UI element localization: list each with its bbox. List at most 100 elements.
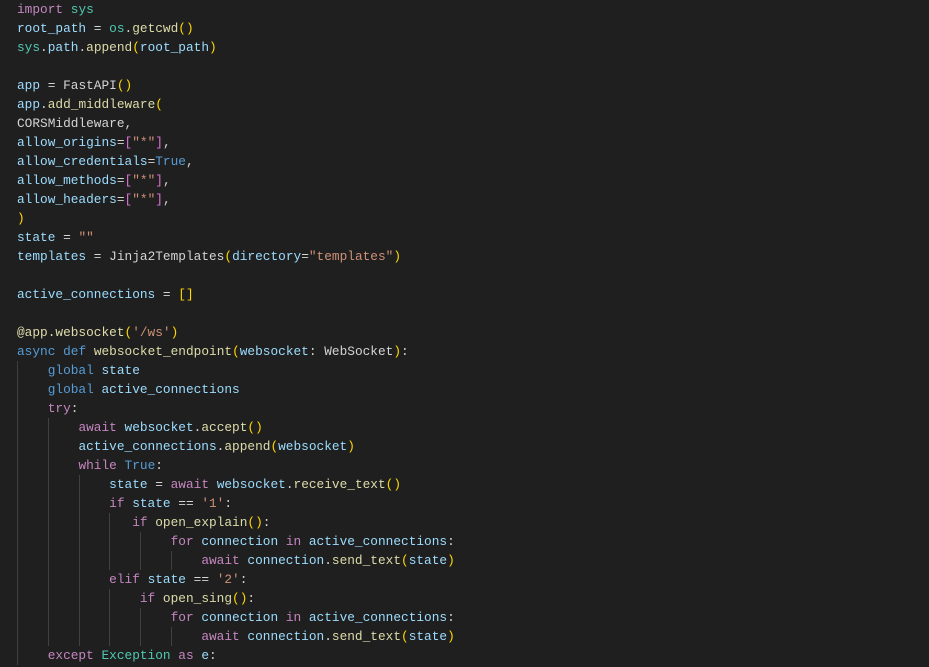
code-token: path (47, 39, 79, 55)
code-line[interactable]: app = FastAPI() (0, 76, 929, 95)
indent-guide (47, 626, 49, 646)
code-line[interactable] (0, 304, 929, 323)
indent-guide (17, 360, 18, 380)
code-token: ) (209, 39, 217, 55)
code-token: "templates" (308, 248, 394, 264)
code-line[interactable]: CORSMiddleware, (0, 114, 929, 133)
code-token: import (17, 1, 64, 17)
code-line[interactable]: global active_connections (0, 379, 929, 399)
indent-guide (78, 550, 80, 570)
code-line[interactable]: allow_credentials=True, (0, 152, 929, 171)
code-token: open_sing (162, 590, 233, 606)
code-line[interactable] (0, 57, 929, 76)
code-token: ] (155, 172, 163, 188)
indent-guide (17, 512, 18, 532)
code-line[interactable]: if open_sing(): (0, 588, 929, 608)
code-token: receive_text (293, 476, 386, 492)
code-token: = (147, 476, 171, 492)
code-token: if (139, 590, 156, 606)
code-token: : (447, 533, 455, 549)
code-token: () (178, 20, 194, 36)
code-token: sys (70, 1, 94, 17)
code-token: . (324, 628, 332, 644)
code-token: state (408, 628, 448, 644)
indent-guide (78, 607, 80, 627)
code-line[interactable]: if open_explain(): (0, 512, 929, 532)
code-line[interactable]: active_connections = [] (0, 285, 929, 304)
code-token: await (201, 552, 240, 568)
code-token: : (262, 514, 271, 530)
code-line[interactable]: sys.path.append(root_path) (0, 38, 929, 57)
code-line[interactable]: import sys (0, 0, 929, 19)
code-line[interactable]: ) (0, 209, 929, 228)
code-line[interactable]: @app.websocket('/ws') (0, 323, 929, 342)
code-token: root_path (17, 20, 87, 36)
code-line[interactable]: async def websocket_endpoint(websocket: … (0, 342, 929, 361)
code-token: ( (155, 96, 163, 112)
code-line[interactable]: allow_origins=["*"], (0, 133, 929, 152)
code-token: in (285, 609, 302, 625)
code-line[interactable]: app.add_middleware( (0, 95, 929, 114)
code-token: . (324, 552, 332, 568)
code-token: active_connections (101, 381, 240, 397)
code-token: allow_headers (17, 191, 117, 207)
indent-guide (47, 455, 49, 475)
code-token: sys (17, 39, 41, 55)
code-line[interactable] (0, 266, 929, 285)
code-editor[interactable]: import sys root_path = os.getcwd() sys.pat… (0, 0, 929, 667)
code-token: append (86, 39, 133, 55)
code-token: state (109, 476, 148, 492)
indent-guide (17, 436, 18, 456)
code-token: ( (232, 343, 240, 359)
code-line[interactable]: await connection.send_text(state) (0, 626, 929, 646)
code-token: state (101, 362, 140, 378)
indent-guide (47, 474, 49, 494)
code-line[interactable]: elif state == '2': (0, 569, 929, 589)
code-line[interactable]: active_connections.append(websocket) (0, 436, 929, 456)
code-token: WebSocket (324, 343, 394, 359)
code-line[interactable]: state = await websocket.receive_text() (0, 474, 929, 494)
indent-guide (78, 512, 80, 532)
indent-guide (47, 607, 49, 627)
code-line[interactable]: if state == '1': (0, 493, 929, 513)
code-token: : (239, 571, 248, 587)
code-token: = (86, 20, 110, 36)
code-line[interactable]: for connection in active_connections: (0, 531, 929, 551)
code-line[interactable]: allow_methods=["*"], (0, 171, 929, 190)
code-line[interactable]: allow_headers=["*"], (0, 190, 929, 209)
indent-guide (17, 607, 18, 627)
code-token: allow_credentials (17, 153, 148, 169)
code-line[interactable]: while True: (0, 455, 929, 475)
code-line[interactable]: root_path = os.getcwd() (0, 19, 929, 38)
indent-guide (17, 417, 18, 437)
code-token: = (155, 286, 179, 302)
code-token: os (109, 20, 125, 36)
code-line[interactable]: await connection.send_text(state) (0, 550, 929, 570)
code-token: : (155, 457, 163, 473)
code-line[interactable]: global state (0, 360, 929, 380)
code-line[interactable]: state = "" (0, 228, 929, 247)
code-line[interactable]: except Exception as e: (0, 645, 929, 665)
code-token: , (124, 115, 133, 131)
code-token: def (63, 343, 87, 359)
code-token: . (285, 476, 294, 492)
code-token: ) (393, 343, 402, 359)
code-token: , (162, 134, 171, 150)
code-line[interactable]: templates = Jinja2Templates(directory="t… (0, 247, 929, 266)
code-token: state (408, 552, 448, 568)
code-line[interactable]: for connection in active_connections: (0, 607, 929, 627)
code-line[interactable]: await websocket.accept() (0, 417, 929, 437)
code-token: ] (155, 134, 163, 150)
indent-guide (171, 550, 172, 570)
code-line[interactable]: try: (0, 398, 929, 418)
indent-guide (17, 588, 18, 608)
